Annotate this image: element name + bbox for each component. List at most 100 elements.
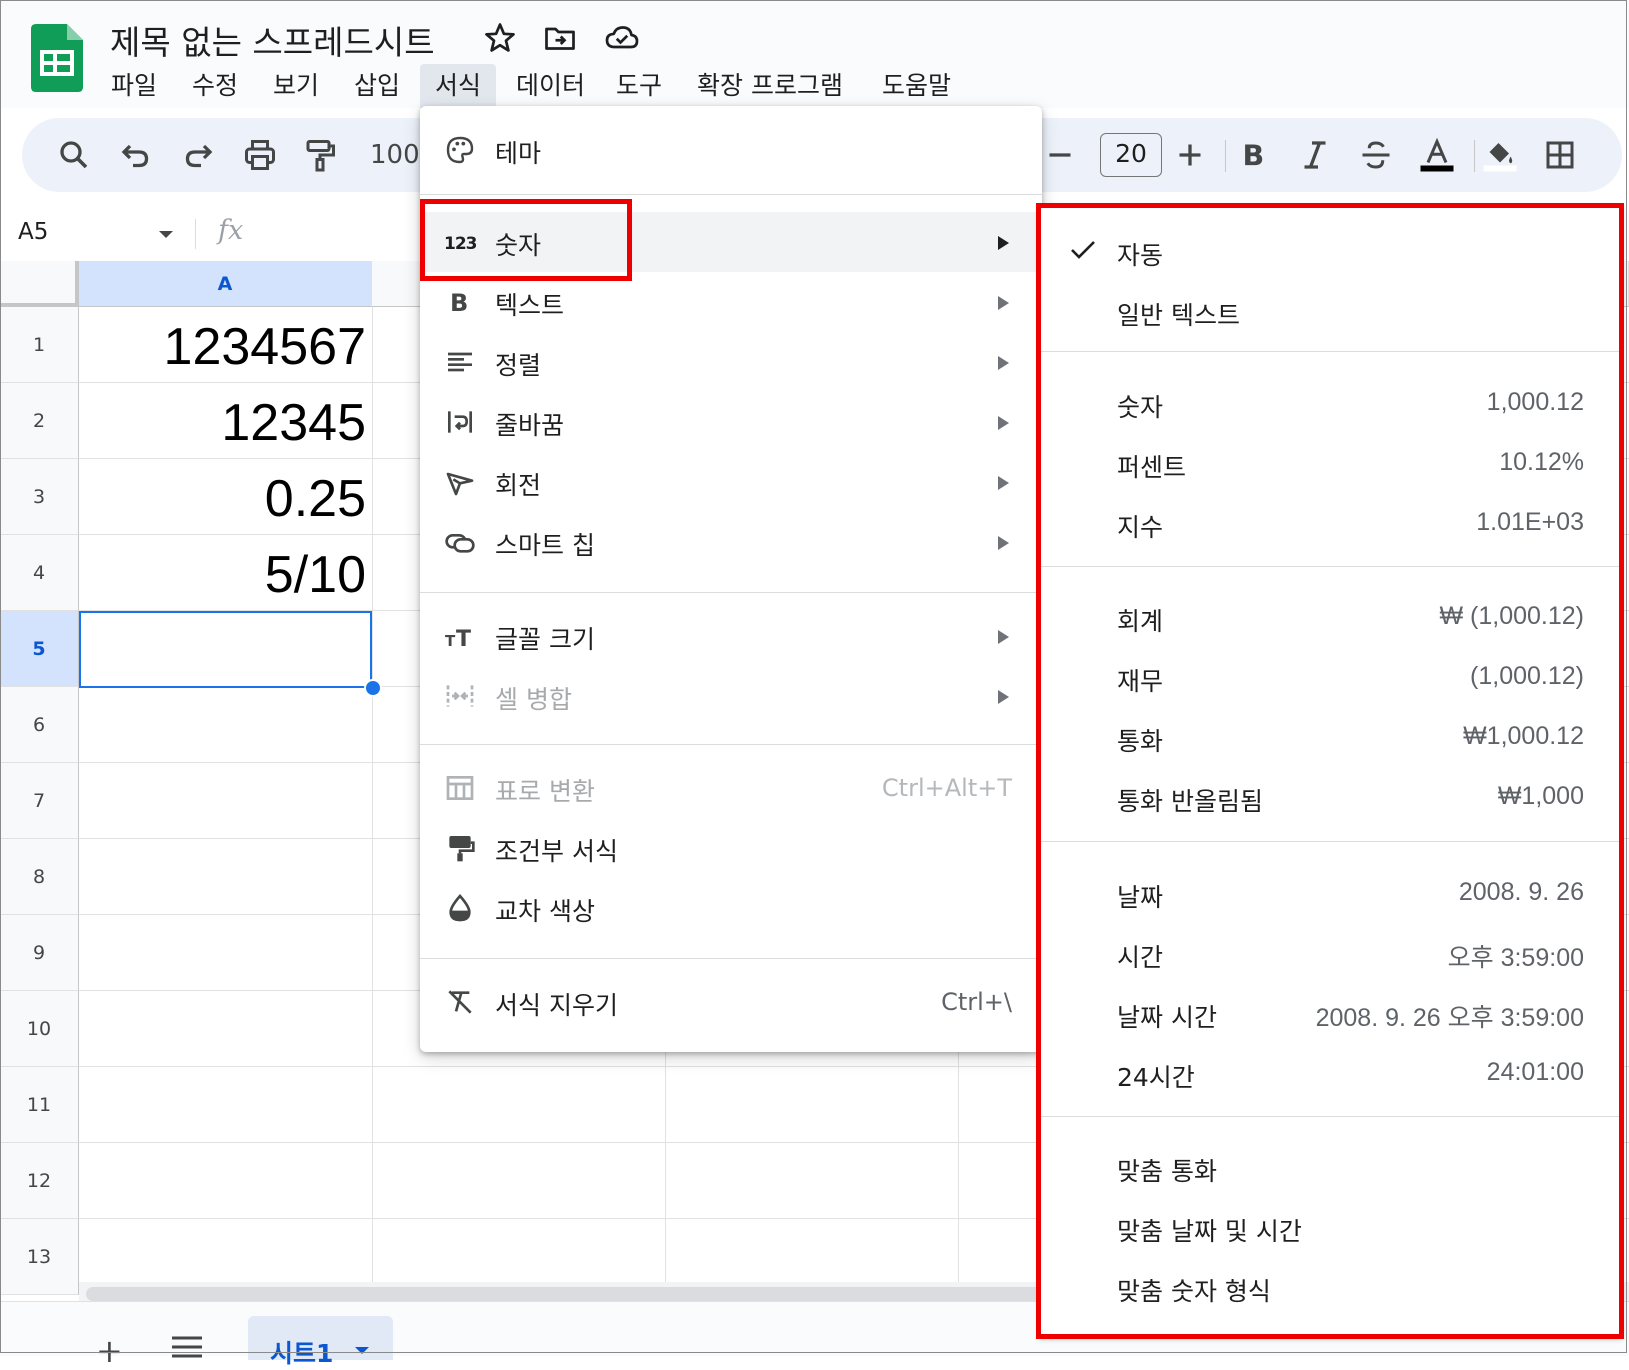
chevron-down-icon[interactable] (158, 230, 174, 240)
text-color-icon[interactable] (1419, 137, 1455, 173)
menu-file[interactable]: 파일 (96, 64, 172, 108)
format-menu-text[interactable]: B 텍스트 (420, 272, 1042, 332)
cell-a1[interactable]: 1234567 (80, 307, 370, 383)
menu-extensions[interactable]: 확장 프로그램 (682, 64, 858, 108)
number-format-percent[interactable]: 퍼센트 10.12% (1040, 433, 1622, 493)
format-example: 2008. 9. 26 (1458, 878, 1584, 906)
borders-icon[interactable] (1542, 137, 1578, 173)
select-all-corner[interactable] (0, 261, 79, 307)
fill-color-icon[interactable] (1482, 137, 1518, 173)
search-icon[interactable] (56, 137, 92, 173)
format-menu-number[interactable]: 123 숫자 (420, 212, 1042, 272)
menu-item-label: 글꼴 크기 (495, 625, 595, 654)
number-format-auto[interactable]: 자동 (1040, 221, 1622, 281)
decrease-font-icon[interactable] (1042, 137, 1078, 173)
bold-b-icon: B (450, 289, 468, 317)
redo-icon[interactable] (180, 137, 216, 173)
row-header-selected[interactable]: 5 (0, 611, 79, 687)
row-header[interactable]: 6 (0, 687, 79, 763)
number-format-custom-datetime[interactable]: 맞춤 날짜 및 시간 (1040, 1197, 1622, 1257)
menu-edit[interactable]: 수정 (177, 64, 253, 108)
fx-icon: fx (218, 215, 244, 246)
format-menu-font-size[interactable]: T T 글꼴 크기 (420, 606, 1042, 666)
format-menu-clear[interactable]: 서식 지우기 Ctrl+\ (420, 972, 1042, 1032)
format-menu-conditional[interactable]: 조건부 서식 (420, 818, 1042, 878)
menu-insert[interactable]: 삽입 (339, 64, 415, 108)
row-header[interactable]: 7 (0, 763, 79, 839)
number-format-accounting[interactable]: 회계 ₩ (1,000.12) (1040, 587, 1622, 647)
number-format-plain-text[interactable]: 일반 텍스트 (1040, 281, 1622, 341)
svg-text:T: T (445, 632, 456, 650)
row-header[interactable]: 13 (0, 1219, 79, 1295)
cell-a2[interactable]: 12345 (80, 383, 370, 459)
row-header[interactable]: 9 (0, 915, 79, 991)
menu-item-label: 스마트 칩 (495, 531, 595, 560)
number-format-date[interactable]: 날짜 2008. 9. 26 (1040, 863, 1622, 923)
row-header[interactable]: 1 (0, 307, 79, 383)
menu-item-label: 맞춤 숫자 형식 (1117, 1277, 1271, 1306)
document-title[interactable]: 제목 없는 스프레드시트 (110, 16, 435, 64)
number-format-datetime[interactable]: 날짜 시간 2008. 9. 26 오후 3:59:00 (1040, 983, 1622, 1043)
menu-item-label: 통화 (1117, 727, 1164, 756)
row-header[interactable]: 8 (0, 839, 79, 915)
row-header[interactable]: 4 (0, 535, 79, 611)
move-folder-icon[interactable] (542, 20, 578, 56)
row-header[interactable]: 3 (0, 459, 79, 535)
menu-divider (1040, 351, 1622, 352)
fill-handle[interactable] (364, 679, 382, 697)
cell-a4[interactable]: 5/10 (80, 535, 370, 611)
font-size-input[interactable]: 20 (1100, 133, 1162, 177)
row-header[interactable]: 12 (0, 1143, 79, 1219)
zoom-selector[interactable]: 100 (370, 140, 420, 170)
palette-icon (446, 136, 474, 164)
row-header[interactable]: 2 (0, 383, 79, 459)
number-format-time[interactable]: 시간 오후 3:59:00 (1040, 923, 1622, 983)
number-format-number[interactable]: 숫자 1,000.12 (1040, 373, 1622, 433)
menu-item-label: 통화 반올림됨 (1117, 787, 1263, 816)
undo-icon[interactable] (118, 137, 154, 173)
star-icon[interactable] (482, 20, 518, 56)
column-header-a[interactable]: A (79, 261, 372, 307)
menu-help[interactable]: 도움말 (867, 64, 966, 108)
active-cell-a5[interactable] (79, 611, 372, 688)
number-format-financial[interactable]: 재무 (1,000.12) (1040, 647, 1622, 707)
menu-divider (1040, 566, 1622, 567)
sheets-logo-icon[interactable] (31, 24, 83, 92)
horizontal-scrollbar-thumb[interactable] (86, 1287, 1046, 1301)
paint-format-icon[interactable] (302, 137, 338, 173)
number-format-custom-number[interactable]: 맞춤 숫자 형식 (1040, 1257, 1622, 1317)
row-header[interactable]: 10 (0, 991, 79, 1067)
text-wrap-icon (448, 411, 472, 433)
bold-icon[interactable]: B (1235, 137, 1271, 173)
print-icon[interactable] (242, 137, 278, 173)
format-menu-wrap[interactable]: 줄바꿈 (420, 392, 1042, 452)
name-box[interactable]: A5 (18, 219, 48, 245)
format-menu-align[interactable]: 정렬 (420, 332, 1042, 392)
menu-view[interactable]: 보기 (258, 64, 334, 108)
cloud-saved-icon[interactable] (604, 20, 640, 56)
add-sheet-icon[interactable]: + (96, 1332, 123, 1370)
smart-chip-icon (445, 534, 475, 553)
menu-format[interactable]: 서식 (420, 64, 497, 108)
increase-font-icon[interactable] (1172, 137, 1208, 173)
cell-a3[interactable]: 0.25 (80, 459, 370, 535)
menu-tools[interactable]: 도구 (601, 64, 677, 108)
format-menu-rotate[interactable]: 회전 (420, 452, 1042, 512)
italic-icon[interactable] (1297, 137, 1333, 173)
number-format-scientific[interactable]: 지수 1.01E+03 (1040, 493, 1622, 553)
format-menu-theme[interactable]: 테마 (420, 120, 1042, 180)
sheet-tab[interactable]: 시트1 (248, 1316, 393, 1368)
menu-item-label: 숫자 (1117, 393, 1164, 422)
menu-divider (1040, 1116, 1622, 1117)
format-menu-alternating[interactable]: 교차 색상 (420, 878, 1042, 938)
number-format-custom-currency[interactable]: 맞춤 통화 (1040, 1137, 1622, 1197)
menu-data[interactable]: 데이터 (501, 64, 600, 108)
number-format-currency-rounded[interactable]: 통화 반올림됨 ₩1,000 (1040, 767, 1622, 827)
row-header[interactable]: 11 (0, 1067, 79, 1143)
number-format-currency[interactable]: 통화 ₩1,000.12 (1040, 707, 1622, 767)
number-format-duration[interactable]: 24시간 24:01:00 (1040, 1043, 1622, 1103)
strikethrough-icon[interactable] (1358, 137, 1394, 173)
menu-item-label: 맞춤 날짜 및 시간 (1117, 1217, 1302, 1246)
format-menu-smart-chip[interactable]: 스마트 칩 (420, 512, 1042, 572)
menu-item-label: 표로 변환 (495, 777, 595, 806)
